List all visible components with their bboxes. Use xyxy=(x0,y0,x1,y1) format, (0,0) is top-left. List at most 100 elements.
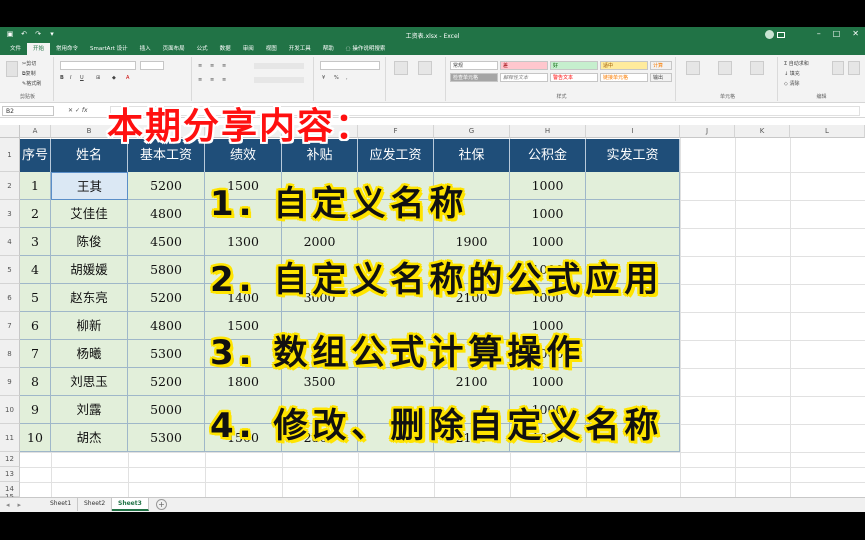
prev-sheet-icon[interactable]: ◂ xyxy=(6,501,10,509)
column-header-h[interactable]: H xyxy=(510,125,586,138)
conditional-format-icon[interactable] xyxy=(394,61,408,75)
table-cell[interactable] xyxy=(586,368,680,396)
table-cell[interactable]: 5 xyxy=(20,284,51,312)
wrap-text-button[interactable] xyxy=(254,63,304,69)
autosum-button[interactable]: Σ 自动求和 xyxy=(784,60,809,67)
row-header-12[interactable]: 12 xyxy=(0,452,20,467)
table-cell[interactable]: 1 xyxy=(20,172,51,200)
column-header-l[interactable]: L xyxy=(790,125,865,138)
table-cell[interactable]: 艾佳佳 xyxy=(51,200,128,228)
table-cell[interactable]: 3 xyxy=(20,228,51,256)
sheet-tab-sheet3[interactable]: Sheet3 xyxy=(112,498,149,511)
format-painter-button[interactable]: ✎格式刷 xyxy=(22,80,41,87)
tab-page-layout[interactable]: 页面布局 xyxy=(157,43,191,55)
row-header-8[interactable]: 8 xyxy=(0,340,20,368)
table-cell[interactable]: 5200 xyxy=(128,172,205,200)
table-cell[interactable]: 4500 xyxy=(128,228,205,256)
table-cell[interactable]: 5200 xyxy=(128,368,205,396)
format-cells-icon[interactable] xyxy=(750,61,764,75)
row-header-13[interactable]: 13 xyxy=(0,467,20,482)
table-cell[interactable]: 6 xyxy=(20,312,51,340)
table-cell[interactable] xyxy=(586,172,680,200)
fill-color-icon[interactable]: ◆ xyxy=(112,75,116,81)
style-good[interactable]: 好 xyxy=(550,61,598,70)
borders-icon[interactable]: ⊞ xyxy=(96,75,100,81)
currency-icon[interactable]: ¥ xyxy=(322,75,325,81)
row-header-2[interactable]: 2 xyxy=(0,172,20,200)
table-cell[interactable] xyxy=(586,200,680,228)
find-select-icon[interactable] xyxy=(848,61,860,75)
align-top-icon[interactable]: ≡ xyxy=(198,63,202,69)
table-cell[interactable]: 胡媛媛 xyxy=(51,256,128,284)
close-icon[interactable]: ✕ xyxy=(852,29,859,38)
column-header-k[interactable]: K xyxy=(735,125,790,138)
table-cell[interactable]: 1000 xyxy=(510,172,586,200)
sheet-tab-sheet2[interactable]: Sheet2 xyxy=(78,498,113,511)
account-area[interactable] xyxy=(765,30,785,39)
tab-insert[interactable]: 插入 xyxy=(134,43,157,55)
column-header-g[interactable]: G xyxy=(434,125,510,138)
table-cell[interactable]: 4800 xyxy=(128,200,205,228)
style-calculation[interactable]: 计算 xyxy=(650,61,672,70)
row-header-11[interactable]: 11 xyxy=(0,424,20,452)
tab-data[interactable]: 数据 xyxy=(214,43,237,55)
paste-icon[interactable] xyxy=(6,61,18,77)
table-cell[interactable]: 5200 xyxy=(128,284,205,312)
tab-smartart-design[interactable]: SmartArt 设计 xyxy=(84,43,134,55)
sort-filter-icon[interactable] xyxy=(832,61,844,75)
insert-function-label[interactable]: fx xyxy=(82,107,88,114)
table-cell[interactable] xyxy=(586,312,680,340)
table-cell[interactable]: 胡杰 xyxy=(51,424,128,452)
table-cell[interactable]: 4 xyxy=(20,256,51,284)
table-cell[interactable]: 5300 xyxy=(128,340,205,368)
table-cell[interactable]: 杨曦 xyxy=(51,340,128,368)
percent-icon[interactable]: % xyxy=(334,75,339,81)
table-cell[interactable] xyxy=(586,340,680,368)
tab-developer[interactable]: 开发工具 xyxy=(283,43,317,55)
table-cell[interactable]: 5800 xyxy=(128,256,205,284)
insert-cells-icon[interactable] xyxy=(686,61,700,75)
cancel-formula-icon[interactable]: ✕ xyxy=(68,107,75,114)
table-cell[interactable]: 7 xyxy=(20,340,51,368)
tab-home[interactable]: 开始 xyxy=(27,43,51,55)
maximize-icon[interactable]: □ xyxy=(833,29,841,38)
style-warning[interactable]: 警告文本 xyxy=(550,73,598,82)
underline-icon[interactable]: U xyxy=(80,75,84,81)
column-header-i[interactable]: I xyxy=(586,125,680,138)
row-header-1[interactable]: 1 xyxy=(0,138,20,172)
style-normal[interactable]: 常规 xyxy=(450,61,498,70)
tell-me-search[interactable]: ◌ 操作说明搜索 xyxy=(340,43,392,55)
tab-help[interactable]: 帮助 xyxy=(317,43,340,55)
table-cell[interactable]: 陈俊 xyxy=(51,228,128,256)
tab-common-commands[interactable]: 常用命令 xyxy=(50,43,84,55)
row-header-5[interactable]: 5 xyxy=(0,256,20,284)
style-output[interactable]: 输出 xyxy=(650,73,672,82)
style-check-cell[interactable]: 检查单元格 xyxy=(450,73,498,82)
align-bottom-icon[interactable]: ≡ xyxy=(222,63,226,69)
align-middle-icon[interactable]: ≡ xyxy=(210,63,214,69)
format-as-table-icon[interactable] xyxy=(418,61,432,75)
avatar[interactable] xyxy=(765,30,774,39)
row-header-7[interactable]: 7 xyxy=(0,312,20,340)
table-cell[interactable]: 9 xyxy=(20,396,51,424)
sheet-tab-sheet1[interactable]: Sheet1 xyxy=(44,498,79,511)
font-color-icon[interactable]: A xyxy=(126,75,129,81)
style-neutral[interactable]: 适中 xyxy=(600,61,648,70)
table-cell[interactable]: 刘露 xyxy=(51,396,128,424)
tab-review[interactable]: 审阅 xyxy=(237,43,260,55)
enter-formula-icon[interactable]: ✓ xyxy=(75,107,82,114)
align-left-icon[interactable]: ≡ xyxy=(198,77,202,83)
tab-formulas[interactable]: 公式 xyxy=(191,43,214,55)
row-header-10[interactable]: 10 xyxy=(0,396,20,424)
tab-file[interactable]: 文件 xyxy=(4,43,27,55)
minimize-icon[interactable]: – xyxy=(817,29,821,38)
style-linked-cell[interactable]: 链接单元格 xyxy=(600,73,648,82)
delete-cells-icon[interactable] xyxy=(718,61,732,75)
table-cell[interactable]: 5000 xyxy=(128,396,205,424)
style-bad[interactable]: 差 xyxy=(500,61,548,70)
column-header-a[interactable]: A xyxy=(20,125,51,138)
row-header-6[interactable]: 6 xyxy=(0,284,20,312)
number-format-box[interactable] xyxy=(320,61,380,70)
select-all-corner[interactable] xyxy=(0,125,20,138)
row-header-4[interactable]: 4 xyxy=(0,228,20,256)
